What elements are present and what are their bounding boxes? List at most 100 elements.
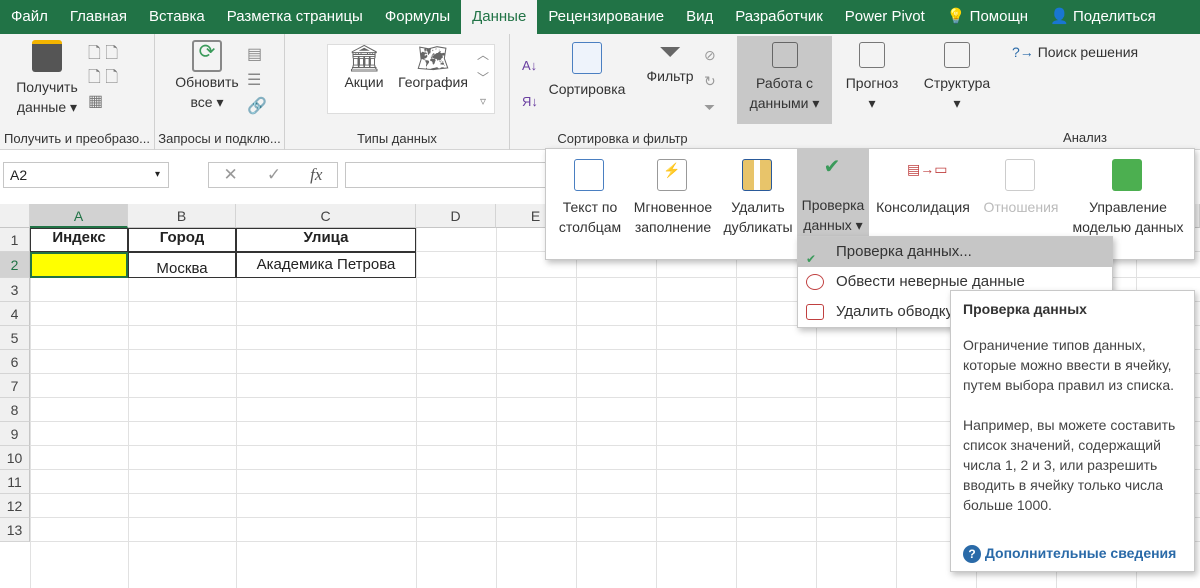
row-header[interactable]: 5: [0, 326, 30, 350]
small-source-icons[interactable]: 🗋 🗋 🗋 🗋 ▦: [88, 42, 136, 114]
solver-icon: ?→: [1012, 44, 1034, 60]
cell-a2-selected[interactable]: [30, 252, 128, 278]
sort-az-icons[interactable]: A↓ Я↓: [522, 48, 538, 120]
data-tools-label: Работа с: [755, 75, 814, 91]
get-data-button[interactable]: Получить данные ▾: [8, 40, 86, 117]
row-header[interactable]: 13: [0, 518, 30, 542]
tab-review[interactable]: Рецензирование: [537, 0, 675, 34]
manage-data-model-button[interactable]: Управление моделью данных: [1066, 151, 1190, 241]
cell-c2[interactable]: Академика Петрова: [236, 252, 416, 278]
grid-line: [576, 228, 577, 588]
grid-line: [736, 228, 737, 588]
label: Консолидация: [876, 199, 970, 215]
label: Мгновенное: [633, 199, 713, 215]
geography-button[interactable]: 🗺 География: [393, 45, 473, 92]
label: столбцам: [558, 219, 622, 235]
ribbon-tabs: Файл Главная Вставка Разметка страницы Ф…: [0, 0, 1200, 34]
gallery-scroll[interactable]: ︿ ﹀ ▿: [473, 44, 493, 113]
tab-file[interactable]: Файл: [0, 0, 59, 34]
name-box-value: A2: [10, 167, 28, 183]
tab-power-pivot[interactable]: Power Pivot: [834, 0, 936, 34]
label: Управление: [1089, 199, 1167, 215]
cell-b1[interactable]: Город: [128, 228, 236, 252]
text-to-columns-button[interactable]: Текст по столбцам: [554, 151, 626, 241]
tab-data[interactable]: Данные: [461, 0, 538, 34]
row-header[interactable]: 10: [0, 446, 30, 470]
cancel-icon[interactable]: ✕: [224, 165, 238, 185]
solver-button[interactable]: ?→ Поиск решения: [1012, 42, 1162, 62]
data-validation-button[interactable]: ✔ Проверка данных ▾: [797, 149, 869, 237]
grid-line: [496, 228, 497, 588]
column-header-a[interactable]: A: [30, 204, 128, 228]
refresh-label: Обновить: [175, 74, 239, 90]
tab-page-layout[interactable]: Разметка страницы: [216, 0, 374, 34]
map-icon: 🗺: [416, 43, 450, 73]
name-box[interactable]: A2 ▾: [3, 162, 169, 188]
row-header[interactable]: 7: [0, 374, 30, 398]
group-data-types: 🏛 Акции 🗺 География ︿ ﹀ ▿ Типы данных: [285, 34, 510, 150]
query-icons[interactable]: ▤ ☰ 🔗: [247, 42, 267, 120]
label: Проверка: [801, 197, 865, 213]
tab-home[interactable]: Главная: [59, 0, 138, 34]
tooltip-title: Проверка данных: [963, 301, 1087, 317]
column-header-c[interactable]: C: [236, 204, 416, 228]
tab-formulas[interactable]: Формулы: [374, 0, 461, 34]
select-all[interactable]: [0, 204, 30, 228]
row-header[interactable]: 8: [0, 398, 30, 422]
remove-duplicates-button[interactable]: Удалить дубликаты: [720, 151, 796, 241]
row-header[interactable]: 9: [0, 422, 30, 446]
outline-button[interactable]: Структура ▾: [916, 42, 998, 113]
filter-button[interactable]: ⏷ Фильтр: [640, 38, 700, 86]
data-validation-icon: ✔: [806, 252, 817, 266]
cell-c1[interactable]: Улица: [236, 228, 416, 252]
forecast-button[interactable]: Прогноз ▾: [836, 42, 908, 113]
forecast-icon: [859, 42, 885, 68]
more-info-link[interactable]: ? Дополнительные сведения: [963, 543, 1176, 563]
grid-line: [128, 228, 129, 588]
sort-button[interactable]: Сортировка: [544, 42, 630, 99]
group-label: Анализ: [1063, 130, 1107, 145]
help-icon: ?: [963, 545, 981, 563]
get-data-label: Получить: [16, 79, 78, 95]
menu-item-data-validation[interactable]: ✔ Проверка данных...: [798, 237, 1112, 267]
tab-view[interactable]: Вид: [675, 0, 724, 34]
refresh-icon: ⟳: [192, 40, 222, 72]
row-header[interactable]: 3: [0, 278, 30, 302]
data-tools-button[interactable]: Работа с данными ▾: [737, 36, 832, 124]
clear-circles-icon: [806, 304, 824, 320]
row-header[interactable]: 6: [0, 350, 30, 374]
row-header[interactable]: 11: [0, 470, 30, 494]
tab-insert[interactable]: Вставка: [138, 0, 216, 34]
consolidate-button[interactable]: ▤→▭ Консолидация: [871, 151, 975, 241]
ribbon: Получить данные ▾ 🗋 🗋 🗋 🗋 ▦ Получить и прео…: [0, 34, 1200, 150]
funnel-icon: ⏷: [658, 36, 682, 67]
stocks-button[interactable]: 🏛 Акции: [329, 45, 399, 92]
group-queries: ⟳ Обновить все ▾ ▤ ☰ 🔗 Запросы и подклю...: [155, 34, 285, 150]
flash-fill-button[interactable]: ⚡ Мгновенное заполнение: [626, 151, 720, 241]
cell-a1[interactable]: Индекс: [30, 228, 128, 252]
group-label: Типы данных: [357, 131, 437, 146]
tab-developer[interactable]: Разработчик: [724, 0, 833, 34]
share-button[interactable]: 👤 Поделиться: [1039, 0, 1167, 34]
row-header[interactable]: 4: [0, 302, 30, 326]
cell-b2[interactable]: Москва: [128, 252, 236, 278]
tab-help[interactable]: 💡 Помощн: [936, 0, 1039, 34]
row-header[interactable]: 12: [0, 494, 30, 518]
bank-icon: 🏛: [347, 43, 381, 73]
column-header-d[interactable]: D: [416, 204, 496, 228]
column-header-b[interactable]: B: [128, 204, 236, 228]
row-header[interactable]: 1: [0, 228, 30, 252]
forecast-label: Прогноз: [845, 75, 899, 91]
label: Отношения: [983, 199, 1059, 215]
refresh-label2: все: [190, 94, 213, 110]
group-label: Запросы и подклю...: [158, 131, 281, 146]
refresh-all-button[interactable]: ⟳ Обновить все ▾: [167, 40, 247, 112]
grid-line: [416, 228, 417, 588]
enter-icon[interactable]: ✓: [267, 165, 281, 185]
row-header[interactable]: 2: [0, 252, 30, 278]
filter-small-icons[interactable]: ⊘ ↻ ⏷: [704, 42, 716, 120]
person-icon: 👤: [1050, 8, 1069, 25]
insert-function-icon[interactable]: fx: [310, 165, 322, 185]
outline-icon: [944, 42, 970, 68]
get-data-label2: данные: [16, 99, 67, 115]
